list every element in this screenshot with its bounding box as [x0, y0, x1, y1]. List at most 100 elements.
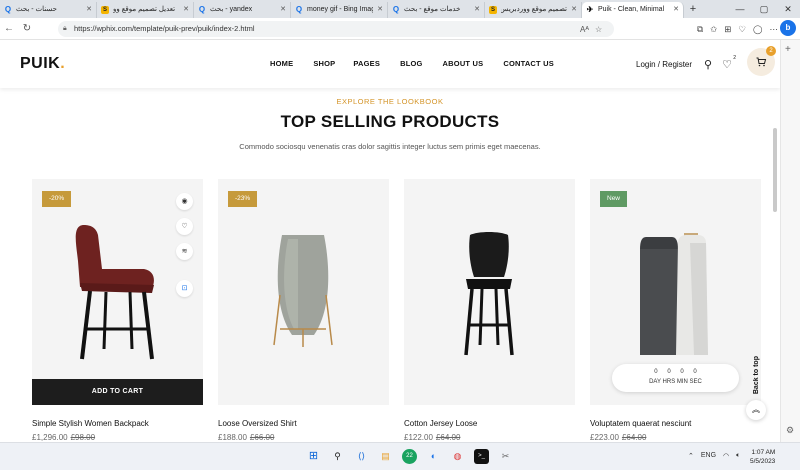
url-actions: Aᴬ ☆	[580, 18, 602, 40]
site-logo[interactable]: PUIK.	[20, 55, 65, 73]
nav-shop[interactable]: SHOP	[313, 59, 335, 68]
gear-icon[interactable]: ⚙	[786, 425, 794, 436]
new-tab-button[interactable]: +	[684, 2, 702, 18]
browser-tab-active[interactable]: ✈ Puik - Clean, Minimal ✕	[582, 2, 684, 18]
discount-badge: -23%	[228, 191, 258, 207]
close-icon[interactable]: ✕	[86, 2, 92, 18]
add-to-cart-button[interactable]: ADD TO CART	[32, 379, 203, 405]
close-icon[interactable]: ✕	[280, 2, 286, 18]
product-card[interactable]: -20% ◉ ♡ ≋ ⊡ ADD TO CART Simple Stylish …	[32, 179, 203, 442]
file-explorer-icon[interactable]: ▤	[378, 449, 393, 464]
search-icon[interactable]: ⚲	[330, 449, 345, 464]
profile-icon[interactable]: ◯	[753, 24, 763, 35]
close-icon[interactable]: ✕	[183, 2, 189, 18]
s-favicon-icon: S	[101, 6, 109, 14]
web-page: PUIK. HOME SHOP PAGES BLOG ABOUT US CONT…	[0, 40, 780, 442]
back-to-top-label[interactable]: Back to top	[753, 356, 760, 394]
tab-title: حسنات - بحث	[16, 6, 57, 13]
browser-tab-6[interactable]: S تصميم موقع ووردبريس ✕	[485, 2, 582, 18]
nav-blog[interactable]: BLOG	[400, 59, 422, 68]
read-aloud-icon[interactable]: Aᴬ	[580, 25, 589, 34]
snipping-tool-icon[interactable]: ✂	[498, 449, 513, 464]
product-name[interactable]: Loose Oversized Shirt	[218, 419, 389, 428]
windows-start-icon[interactable]: ⊞	[306, 449, 321, 464]
browser-tab-5[interactable]: Q خدمات موقع - بحث ✕	[388, 2, 485, 18]
tab-title: تصميم موقع ووردبريس	[501, 6, 567, 13]
back-arrow-icon[interactable]: ←	[0, 23, 18, 34]
browser-tab-2[interactable]: S تعديل تصميم موقع وو ✕	[97, 2, 194, 18]
volume-icon[interactable]: 🔈︎	[736, 452, 740, 460]
vscode-icon[interactable]: ⟨⟩	[354, 449, 369, 464]
collections-icon[interactable]: ⊞	[724, 24, 731, 35]
product-name[interactable]: Voluptatem quaerat nesciunt	[590, 419, 761, 428]
price: £223.00	[590, 433, 619, 442]
favorite-star-icon[interactable]: ☆	[595, 25, 602, 34]
page-scrollbar[interactable]	[773, 128, 777, 212]
site-header: PUIK. HOME SHOP PAGES BLOG ABOUT US CONT…	[0, 40, 780, 88]
bing-chat-icon[interactable]: b	[780, 20, 796, 36]
heart-icon[interactable]: ♡	[738, 24, 746, 35]
back-to-top-button[interactable]: ︽	[746, 400, 766, 420]
maximize-icon[interactable]: ▢	[752, 0, 776, 18]
windows-taskbar: ⊞ ⚲ ⟨⟩ ▤ 22 ◐ ◍ >_ ✂ ⌃ ENG ◠ 🔈︎ 1:07 AM …	[0, 442, 800, 470]
bing-letter: b	[785, 23, 791, 32]
product-image[interactable]: -23%	[218, 179, 389, 405]
quick-view-eye-icon[interactable]: ◉	[176, 193, 193, 210]
search-icon: Q	[295, 5, 303, 14]
chrome-icon[interactable]: ◍	[450, 449, 465, 464]
browser-tab-4[interactable]: Qmoney gif - Bing Imag ✕	[291, 2, 388, 18]
url-field[interactable]: 🔒︎ https://wphix.com/template/puik-prev/…	[58, 21, 614, 37]
more-options-icon[interactable]: ⋯	[770, 24, 779, 35]
refresh-icon[interactable]: ↻	[18, 23, 36, 34]
nav-home[interactable]: HOME	[270, 59, 293, 68]
product-image[interactable]: -20% ◉ ♡ ≋ ⊡ ADD TO CART	[32, 179, 203, 405]
minimize-icon[interactable]: —	[728, 0, 752, 18]
chevron-up-icon[interactable]: ⌃	[688, 452, 694, 460]
puik-favicon-icon: ✈	[586, 5, 594, 14]
close-icon[interactable]: ✕	[673, 2, 679, 18]
product-image[interactable]	[404, 179, 575, 405]
s-favicon-icon: S	[489, 6, 497, 14]
compare-layers-icon[interactable]: ≋	[176, 243, 193, 260]
close-icon[interactable]: ✕	[474, 2, 480, 18]
product-name[interactable]: Simple Stylish Women Backpack	[32, 419, 203, 428]
terminal-icon[interactable]: >_	[474, 449, 489, 464]
product-card[interactable]: -23% Loose Oversized Shirt £188.00 £66.00	[218, 179, 389, 442]
chat-app-icon[interactable]: 22	[402, 449, 417, 464]
edge-browser-icon[interactable]: ◐	[426, 449, 441, 464]
close-icon[interactable]: ✕	[571, 2, 577, 18]
add-icon[interactable]: +	[785, 44, 791, 55]
tab-title: money gif - Bing Imag	[307, 6, 373, 13]
nav-contact-us[interactable]: CONTACT US	[503, 59, 554, 68]
browser-toolbar-right: ⧉ ✩ ⊞ ♡ ◯ ⋯	[697, 18, 778, 40]
nav-about-us[interactable]: ABOUT US	[443, 59, 484, 68]
product-card[interactable]: Cotton Jersey Loose £122.00 £64.00	[404, 179, 575, 442]
search-icon[interactable]: ⚲	[704, 58, 712, 71]
close-window-icon[interactable]: ✕	[776, 0, 800, 18]
wishlist-heart-icon[interactable]: ♡	[176, 218, 193, 235]
new-badge: New	[600, 191, 628, 207]
nav-pages[interactable]: PAGES	[353, 59, 380, 68]
split-screen-icon[interactable]: ⧉	[697, 24, 703, 35]
tab-title: Puik - Clean, Minimal	[598, 6, 665, 13]
window-controls: — ▢ ✕	[728, 0, 800, 18]
taskbar-clock[interactable]: 1:07 AM 5/5/2023	[750, 448, 775, 466]
product-card[interactable]: New 0 0 0 0 DAY HRS MIN SEC Voluptatem q…	[590, 179, 761, 442]
visual-search-icon[interactable]: ⊡	[176, 280, 193, 297]
product-image[interactable]: New 0 0 0 0 DAY HRS MIN SEC	[590, 179, 761, 405]
browser-tab-strip: Q حسنات - بحث ✕ S تعديل تصميم موقع وو ✕ Qyan…	[0, 0, 800, 18]
wishlist-heart-icon[interactable]: ♡ 2	[722, 55, 736, 71]
product-name[interactable]: Cotton Jersey Loose	[404, 419, 575, 428]
main-nav: HOME SHOP PAGES BLOG ABOUT US CONTACT US	[270, 59, 574, 68]
language-indicator[interactable]: ENG	[701, 452, 716, 460]
old-price: £64.00	[435, 433, 461, 442]
close-icon[interactable]: ✕	[377, 2, 383, 18]
browser-tab-3[interactable]: Qyandex - بحث ✕	[194, 2, 291, 18]
wifi-icon[interactable]: ◠	[723, 452, 729, 460]
system-tray: ⌃ ENG ◠ 🔈︎	[688, 452, 740, 460]
logo-text: PUIK	[20, 55, 61, 72]
browser-tab-1[interactable]: Q حسنات - بحث ✕	[0, 2, 97, 18]
favorites-icon[interactable]: ✩	[710, 24, 717, 35]
cart-glyph	[756, 57, 767, 67]
login-register-link[interactable]: Login / Register	[636, 60, 692, 69]
